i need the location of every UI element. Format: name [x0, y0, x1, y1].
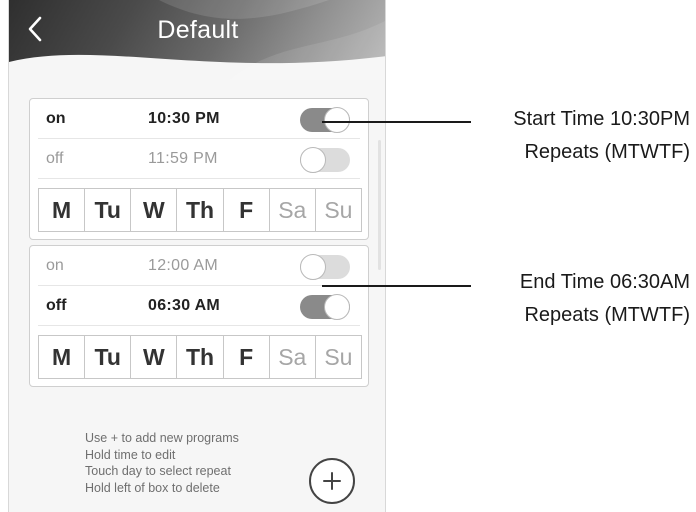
- day-wednesday[interactable]: W: [131, 189, 178, 231]
- day-monday[interactable]: M: [39, 189, 86, 231]
- row-state-label: off: [46, 150, 64, 167]
- row-time[interactable]: 06:30 AM: [148, 297, 220, 315]
- day-friday[interactable]: F: [224, 189, 270, 231]
- day-sunday[interactable]: Su: [316, 189, 361, 231]
- help-text: Use + to add new programs Hold time to e…: [85, 430, 305, 496]
- day-selector: M Tu W Th F Sa Su: [38, 335, 362, 379]
- callout-subtitle: Repeats (MTWTF): [524, 304, 690, 326]
- page-title: Default: [157, 16, 239, 44]
- day-selector: M Tu W Th F Sa Su: [38, 188, 362, 232]
- callout-title: End Time 06:30AM: [519, 271, 690, 293]
- callout-title: Start Time 10:30PM: [513, 108, 690, 130]
- row-state-label: on: [46, 110, 66, 127]
- app-header: Default: [9, 0, 385, 80]
- callout-subtitle: Repeats (MTWTF): [524, 141, 690, 163]
- program-card[interactable]: on 12:00 AM off 06:30 AM M Tu W Th F Sa …: [29, 245, 369, 387]
- row-time[interactable]: 10:30 PM: [148, 110, 220, 128]
- day-wednesday[interactable]: W: [131, 336, 178, 378]
- day-tuesday[interactable]: Tu: [85, 336, 132, 378]
- toggle-knob: [324, 107, 350, 133]
- phone-screen: Default on 10:30 PM off 11:59 PM M Tu W …: [8, 0, 386, 512]
- callout-start-time: Start Time 10:30PM Repeats (MTWTF): [470, 103, 690, 169]
- row-state-label: on: [46, 257, 64, 274]
- help-line: Use + to add new programs: [85, 431, 239, 445]
- day-saturday[interactable]: Sa: [270, 189, 316, 231]
- row-time[interactable]: 12:00 AM: [148, 257, 218, 275]
- row-time[interactable]: 11:59 PM: [148, 150, 218, 168]
- schedule-row-off[interactable]: off 11:59 PM: [38, 139, 360, 179]
- scrollbar[interactable]: [378, 140, 381, 270]
- day-thursday[interactable]: Th: [177, 336, 224, 378]
- add-program-button[interactable]: [309, 458, 355, 504]
- callout-line-start: [322, 121, 471, 123]
- schedule-row-on[interactable]: on 10:30 PM: [38, 99, 360, 139]
- day-thursday[interactable]: Th: [177, 189, 224, 231]
- day-monday[interactable]: M: [39, 336, 86, 378]
- schedule-row-on[interactable]: on 12:00 AM: [38, 246, 360, 286]
- help-line: Hold time to edit: [85, 447, 176, 462]
- callout-line-end: [322, 285, 471, 287]
- day-sunday[interactable]: Su: [316, 336, 361, 378]
- program-card[interactable]: on 10:30 PM off 11:59 PM M Tu W Th F Sa …: [29, 98, 369, 240]
- schedule-row-off[interactable]: off 06:30 AM: [38, 286, 360, 326]
- callout-end-time: End Time 06:30AM Repeats (MTWTF): [470, 266, 690, 332]
- help-line: Touch day to select repeat: [85, 464, 231, 478]
- toggle-switch[interactable]: [300, 147, 350, 173]
- help-line: Hold left of box to delete: [85, 480, 220, 495]
- toggle-knob: [300, 147, 326, 173]
- day-saturday[interactable]: Sa: [270, 336, 316, 378]
- row-state-label: off: [46, 297, 67, 314]
- toggle-switch[interactable]: [300, 107, 350, 133]
- toggle-switch[interactable]: [300, 254, 350, 280]
- plus-icon: [323, 472, 341, 490]
- day-friday[interactable]: F: [224, 336, 270, 378]
- toggle-switch[interactable]: [300, 294, 350, 320]
- day-tuesday[interactable]: Tu: [85, 189, 132, 231]
- annotated-screenshot: Default on 10:30 PM off 11:59 PM M Tu W …: [0, 0, 696, 512]
- toggle-knob: [324, 294, 350, 320]
- toggle-knob: [300, 254, 326, 280]
